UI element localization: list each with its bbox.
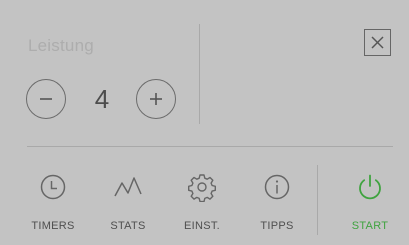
minus-icon bbox=[40, 98, 52, 100]
horizontal-divider bbox=[27, 146, 393, 147]
nav-settings-label: EINST. bbox=[183, 220, 221, 232]
close-icon bbox=[371, 36, 384, 49]
start-button[interactable]: START bbox=[338, 170, 402, 236]
decrease-power-button[interactable] bbox=[26, 79, 66, 119]
gear-icon bbox=[188, 174, 216, 202]
nav-stats-label: STATS bbox=[110, 220, 146, 232]
info-icon bbox=[264, 174, 290, 200]
nav-timers[interactable]: TIMERS bbox=[21, 170, 85, 236]
nav-tips-label: TIPPS bbox=[260, 220, 294, 232]
increase-power-button[interactable] bbox=[136, 79, 176, 119]
power-label: Leistung bbox=[28, 36, 94, 55]
nav-tips[interactable]: TIPPS bbox=[245, 170, 309, 236]
vertical-divider-top bbox=[199, 24, 200, 124]
vertical-divider-bottom bbox=[317, 165, 318, 235]
close-button[interactable] bbox=[364, 29, 391, 56]
nav-settings[interactable]: EINST. bbox=[170, 170, 234, 236]
nav-timers-label: TIMERS bbox=[31, 220, 75, 232]
power-icon bbox=[359, 174, 381, 200]
plus-icon bbox=[150, 93, 162, 105]
clock-icon bbox=[40, 174, 66, 200]
power-value: 4 bbox=[94, 84, 110, 114]
line-chart-icon bbox=[114, 177, 142, 197]
control-panel: Leistung 4 TIMERS STATS EINST. TIPPS STA… bbox=[0, 0, 409, 245]
nav-stats[interactable]: STATS bbox=[96, 170, 160, 236]
start-label: START bbox=[351, 220, 389, 232]
